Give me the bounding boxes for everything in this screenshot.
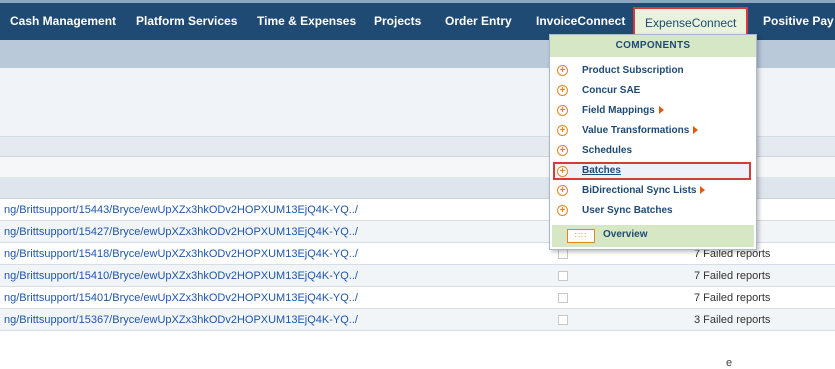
table-row: ng/Brittsupport/15401/Bryce/ewUpXZx3hkOD… [0,287,835,309]
plus-circle-icon: + [557,65,568,76]
submenu-arrow-icon [658,106,664,115]
menu-item-value-transformations[interactable]: + Value Transformations [554,121,752,141]
plus-circle-icon: + [557,166,568,177]
batch-link[interactable]: ng/Brittsupport/15443/Bryce/ewUpXZx3hkOD… [4,204,358,216]
menu-item-schedules[interactable]: + Schedules [554,141,752,161]
menu-item-label: Concur SAE [582,85,641,96]
batch-link[interactable]: ng/Brittsupport/15410/Bryce/ewUpXZx3hkOD… [4,270,358,282]
grid-dots-icon: ∷∷ [567,229,595,243]
batch-link[interactable]: ng/Brittsupport/15401/Bryce/ewUpXZx3hkOD… [4,292,358,304]
batch-link[interactable]: ng/Brittsupport/15418/Bryce/ewUpXZx3hkOD… [4,248,358,260]
batch-status: 7 Failed reports [694,270,771,282]
submenu-arrow-icon [700,186,706,195]
plus-circle-icon: + [557,125,568,136]
menu-item-bidirectional-sync-lists[interactable]: + BiDirectional Sync Lists [554,181,752,201]
plus-circle-icon: + [557,105,568,116]
nav-item-positive-pay[interactable]: Positive Pay [763,3,834,40]
menu-item-label: User Sync Batches [582,205,673,216]
overview-label: Overview [603,229,648,240]
menu-item-label: Value Transformations [582,125,690,136]
plus-circle-icon: + [557,185,568,196]
menu-item-label: Schedules [582,145,633,156]
menu-item-label: Product Subscription [582,65,684,76]
table-row: ng/Brittsupport/15410/Bryce/ewUpXZx3hkOD… [0,265,835,287]
menu-item-field-mappings[interactable]: + Field Mappings [554,101,752,121]
menu-item-label: BiDirectional Sync Lists [582,185,697,196]
nav-item-expenseconnect[interactable]: ExpenseConnect [633,7,749,36]
nav-item-cash-management[interactable]: Cash Management [10,3,116,40]
row-checkbox[interactable] [558,249,568,259]
components-dropdown-menu: COMPONENTS + Product Subscription + Conc… [549,34,757,250]
batch-status: 3 Failed reports [694,314,771,326]
menu-item-overview[interactable]: ∷∷ Overview [552,225,754,247]
menu-item-user-sync-batches[interactable]: + User Sync Batches [554,201,752,221]
menu-item-product-subscription[interactable]: + Product Subscription [554,61,752,81]
nav-item-order-entry[interactable]: Order Entry [445,3,512,40]
menu-item-concur-sae[interactable]: + Concur SAE [554,81,752,101]
submenu-arrow-icon [693,126,699,135]
menu-item-batches[interactable]: + Batches [553,162,751,180]
row-checkbox[interactable] [558,271,568,281]
batch-link[interactable]: ng/Brittsupport/15367/Bryce/ewUpXZx3hkOD… [4,314,358,326]
nav-item-time-expenses[interactable]: Time & Expenses [257,3,356,40]
plus-circle-icon: + [557,205,568,216]
nav-item-platform-services[interactable]: Platform Services [136,3,237,40]
table-row: ng/Brittsupport/15367/Bryce/ewUpXZx3hkOD… [0,309,835,331]
components-menu-header: COMPONENTS [550,35,756,57]
table-header-status: e [726,357,733,369]
nav-item-projects[interactable]: Projects [374,3,421,40]
plus-circle-icon: + [557,85,568,96]
batch-status: 7 Failed reports [694,292,771,304]
batch-link[interactable]: ng/Brittsupport/15427/Bryce/ewUpXZx3hkOD… [4,226,358,238]
plus-circle-icon: + [557,145,568,156]
row-checkbox[interactable] [558,293,568,303]
row-checkbox[interactable] [558,315,568,325]
menu-item-label: Batches [582,165,621,176]
menu-item-label: Field Mappings [582,105,655,116]
